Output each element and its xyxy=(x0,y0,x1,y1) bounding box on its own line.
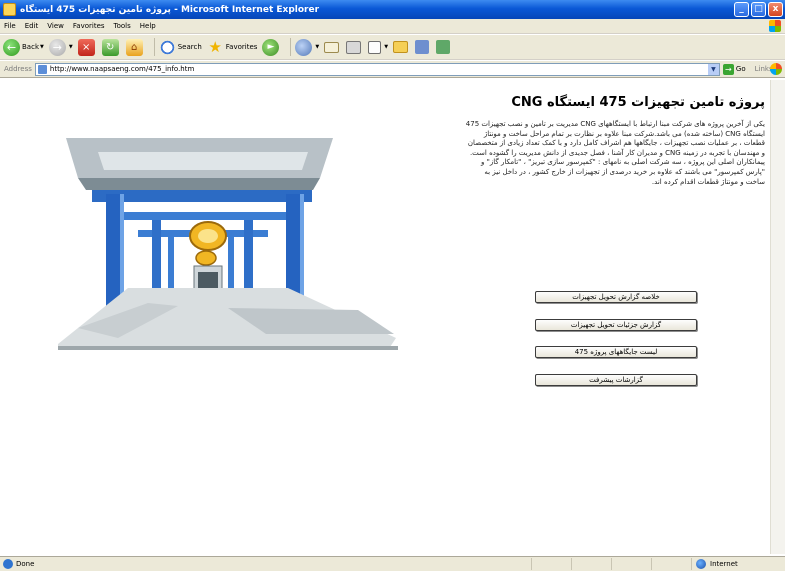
forward-button[interactable]: → ▼ xyxy=(48,38,73,56)
status-bar: Done Internet xyxy=(0,556,785,571)
edit-icon xyxy=(368,40,382,54)
address-label: Address xyxy=(4,65,32,73)
window-title: پروژه تامین تجهیزات 475 ایستگاه - Micros… xyxy=(20,4,320,15)
security-zone: Internet xyxy=(691,558,785,570)
menu-favorites[interactable]: Favorites xyxy=(73,22,105,30)
stop-icon: × xyxy=(77,38,95,56)
printer-icon xyxy=(346,40,362,54)
refresh-icon: ↻ xyxy=(101,38,119,56)
chevron-down-icon[interactable]: ▼ xyxy=(315,44,319,50)
address-input[interactable]: http://www.naapsaeng.com/475_info.htm ▼ xyxy=(34,62,720,76)
search-label: Search xyxy=(177,43,202,51)
vertical-scrollbar[interactable] xyxy=(770,80,785,554)
page-title: پروژه تامین تجهیزات 475 ایستگاه CNG xyxy=(511,95,765,110)
page-status-icon xyxy=(3,559,13,569)
menu-help[interactable]: Help xyxy=(140,22,156,30)
edit-button[interactable]: ▼ xyxy=(368,40,388,54)
menu-tools[interactable]: Tools xyxy=(114,22,131,30)
research-icon xyxy=(436,40,451,54)
back-button[interactable]: ← Back ▼ xyxy=(3,38,44,56)
refresh-button[interactable]: ↻ xyxy=(101,38,121,56)
window-title-bar: پروژه تامین تجهیزات 475 ایستگاه - Micros… xyxy=(0,0,785,19)
stop-button[interactable]: × xyxy=(77,38,97,56)
mail-icon xyxy=(324,41,340,53)
address-bar: Address http://www.naapsaeng.com/475_inf… xyxy=(0,61,785,78)
address-url: http://www.naapsaeng.com/475_info.htm xyxy=(49,65,195,73)
status-panel xyxy=(571,558,611,570)
status-panels: Internet xyxy=(531,558,785,570)
chevron-down-icon[interactable]: ▼ xyxy=(384,44,388,50)
standard-toolbar: ← Back ▼ → ▼ × ↻ ⌂ Search ★ Favorites ► … xyxy=(0,35,785,60)
menu-bar: File Edit View Favorites Tools Help xyxy=(0,19,785,34)
home-icon: ⌂ xyxy=(125,38,143,56)
zone-label: Internet xyxy=(710,560,738,568)
media-button[interactable]: ► xyxy=(262,38,281,56)
globe-icon xyxy=(696,559,706,569)
progress-reports-button[interactable]: گزارشات پیشرفت xyxy=(535,374,697,386)
history-icon xyxy=(295,38,313,56)
delivery-details-report-button[interactable]: گزارش جزئیات تحویل تجهیزات xyxy=(535,319,697,331)
favorites-label: Favorites xyxy=(225,43,258,51)
forward-arrow-icon: → xyxy=(48,38,66,56)
folder-button[interactable] xyxy=(393,41,410,53)
star-icon: ★ xyxy=(208,37,222,56)
search-icon xyxy=(158,38,176,56)
messenger-button[interactable] xyxy=(415,40,431,54)
media-icon: ► xyxy=(262,38,280,56)
page-icon xyxy=(37,64,47,74)
page-description: یکی از آخرین پروژه های شرکت مبنا ارتباط … xyxy=(465,120,765,186)
history-button[interactable]: ▼ xyxy=(295,38,319,56)
research-button[interactable] xyxy=(436,40,452,54)
maximize-button[interactable]: □ xyxy=(751,2,766,17)
chevron-down-icon[interactable]: ▼ xyxy=(40,44,44,50)
mail-button[interactable] xyxy=(324,41,341,53)
toolbar-divider xyxy=(153,38,155,56)
messenger-icon xyxy=(415,40,430,54)
back-label: Back xyxy=(22,43,39,51)
back-arrow-icon: ← xyxy=(3,38,20,56)
menu-edit[interactable]: Edit xyxy=(25,22,39,30)
home-button[interactable]: ⌂ xyxy=(125,38,145,56)
menu-file[interactable]: File xyxy=(4,22,16,30)
folder-icon xyxy=(393,41,409,53)
close-button[interactable]: x xyxy=(768,2,783,17)
chevron-down-icon[interactable]: ▼ xyxy=(707,63,719,75)
stations-list-button[interactable]: لیست جایگاههای پروژه 475 xyxy=(535,346,697,358)
status-left: Done xyxy=(0,559,420,569)
go-label: Go xyxy=(735,65,746,73)
go-button[interactable]: → Go xyxy=(722,63,746,75)
toolbar-divider xyxy=(290,38,292,56)
menu-view[interactable]: View xyxy=(47,22,64,30)
ie-logo-icon xyxy=(770,63,782,75)
status-panel xyxy=(611,558,651,570)
status-panel xyxy=(651,558,691,570)
windows-logo-icon xyxy=(769,20,781,32)
delivery-summary-report-button[interactable]: خلاصه گزارش تحویل تجهیزات xyxy=(535,291,697,303)
favorites-button[interactable]: ★ Favorites xyxy=(207,37,258,56)
search-button[interactable]: Search xyxy=(158,38,202,56)
status-panel xyxy=(531,558,571,570)
minimize-button[interactable]: _ xyxy=(734,2,749,17)
chevron-down-icon[interactable]: ▼ xyxy=(69,44,73,50)
cng-station-photo xyxy=(58,138,398,350)
print-button[interactable] xyxy=(346,40,363,54)
window-controls: _ □ x xyxy=(734,2,783,17)
status-text: Done xyxy=(16,560,35,568)
ie-app-icon xyxy=(3,3,16,16)
go-arrow-icon: → xyxy=(722,63,734,75)
